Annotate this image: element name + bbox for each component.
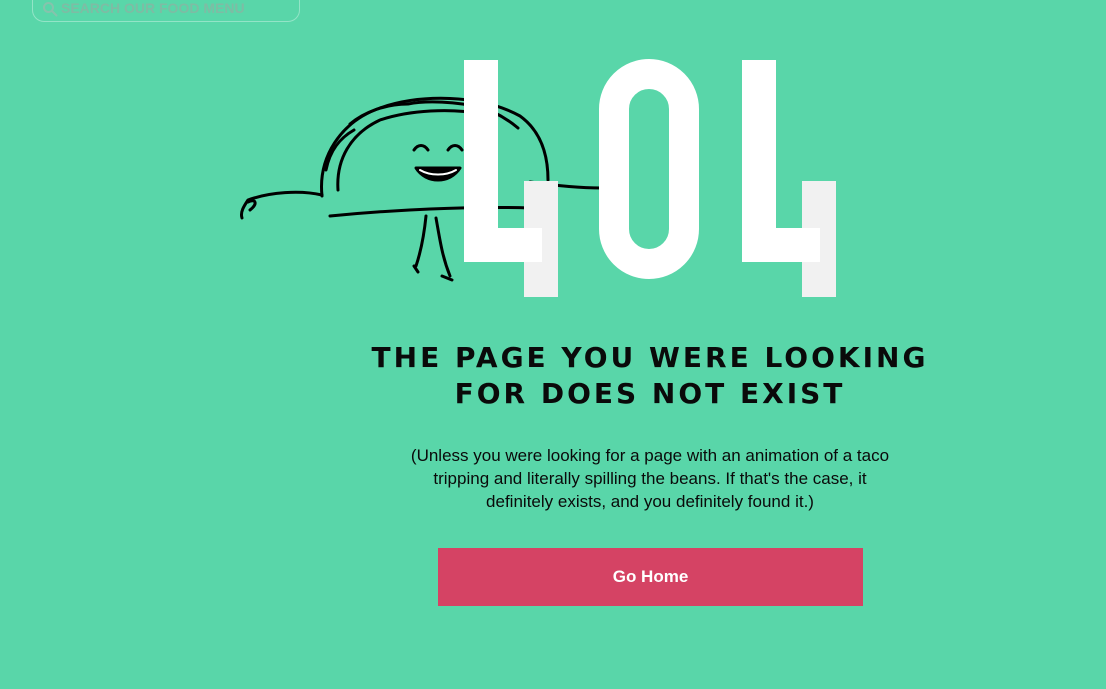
error-page: THE PAGE YOU WERE LOOKING FOR DOES NOT E… <box>0 0 1106 689</box>
heading-line-1: THE PAGE YOU WERE LOOKING <box>371 341 929 374</box>
description-line-2: tripping and literally spilling the bean… <box>433 469 867 488</box>
search-bar[interactable] <box>32 0 300 22</box>
taco-left-arm <box>240 190 324 220</box>
l1-foot <box>464 228 542 262</box>
lol-taco-illustration <box>240 59 836 297</box>
l2-foot <box>742 228 820 262</box>
search-input[interactable] <box>61 0 291 18</box>
heading-line-2: FOR DOES NOT EXIST <box>454 377 846 410</box>
error-description: (Unless you were looking for a page with… <box>380 444 920 513</box>
go-home-button[interactable]: Go Home <box>438 548 863 606</box>
lol-letters <box>464 59 836 297</box>
taco-eye-left <box>412 144 430 152</box>
taco-leg-right <box>434 216 452 278</box>
taco-leg-left <box>414 214 428 268</box>
taco-bottom <box>328 205 532 218</box>
o-ring <box>599 59 699 279</box>
description-line-1: (Unless you were looking for a page with… <box>410 446 890 465</box>
error-heading: THE PAGE YOU WERE LOOKING FOR DOES NOT E… <box>350 340 950 412</box>
search-icon[interactable] <box>42 1 58 17</box>
taco-eye-right <box>446 144 464 152</box>
description-line-3: definitely exists, and you definitely fo… <box>486 492 814 511</box>
